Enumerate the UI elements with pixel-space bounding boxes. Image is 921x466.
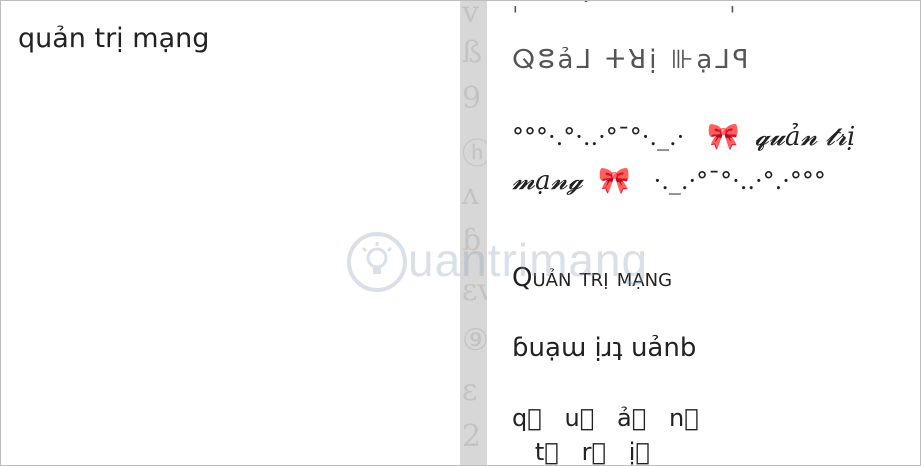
output-kaomoji-style[interactable]: °°°·.°·..·°¯°·._.· 🎀 𝓺𝓾ả𝓷 𝓽𝓻ị 𝓶ạ𝓷𝓰 🎀 ·._…	[512, 115, 912, 203]
input-pane[interactable]: quản trị mạng	[1, 1, 460, 465]
ribbon-icon: 🎀	[598, 166, 631, 196]
divider-ghost-glyph: ʌ	[462, 177, 479, 212]
pane-divider[interactable]: v ß 9 ⓗ ʌ ɓ ɛv ⑨ ɛ 2	[460, 1, 487, 465]
boxed-line-2: t⃞ r⃞ ị⃞	[512, 438, 650, 465]
output-boxed-style[interactable]: q⃞ u⃞ ả⃞ n⃞ t⃞ r⃞ ị⃞	[512, 401, 699, 465]
font-converter-frame: quản trị mạng v ß 9 ⓗ ʌ ɓ ɛv ⑨ ɛ 2 ˌ · ˙…	[0, 0, 921, 466]
divider-ghost-glyph: ɛv	[462, 273, 487, 308]
divider-ghost-glyph: v	[462, 1, 479, 30]
small-caps-initial: Q	[512, 263, 533, 293]
output-partial-line[interactable]: ˌ · ˙ ˌ	[512, 1, 764, 15]
ribbon-icon: 🎀	[707, 122, 740, 152]
output-small-caps-style[interactable]: Quản trị mạng	[512, 263, 672, 293]
output-pane: ˌ · ˙ ˌ ⵕⵓả⅃ ⵜꓤị ⊪ạ⅃ꟼ °°°·.°·..·°¯°·._.·…	[487, 1, 920, 465]
output-flipped-style[interactable]: ɓuạɯ ịɹʇ uảnb	[512, 333, 696, 363]
divider-ghost-glyph: ɓ	[462, 223, 482, 258]
divider-ghost-glyph: ⓗ	[462, 129, 487, 173]
small-caps-rest: uản trị mạng	[532, 263, 673, 293]
divider-ghost-glyph: 9	[462, 81, 482, 116]
input-text[interactable]: quản trị mạng	[18, 23, 209, 54]
kaomoji-suffix: ·._.·°¯°·..·°.·°°°	[653, 167, 826, 195]
divider-ghost-glyph: ⑨	[462, 323, 487, 358]
divider-ghost-glyph: ß	[462, 35, 483, 70]
divider-ghost-glyph: 2	[462, 419, 482, 454]
kaomoji-text-1: 𝓺𝓾ả𝓷	[754, 122, 818, 152]
boxed-line-1: q⃞ u⃞ ả⃞ n⃞	[512, 404, 699, 432]
divider-ghost-glyph: ɛ	[462, 373, 478, 408]
kaomoji-prefix: °°°·.°·..·°¯°·._.·	[512, 123, 685, 151]
output-magic-style[interactable]: ⵕⵓả⅃ ⵜꓤị ⊪ạ⅃ꟼ	[512, 45, 751, 75]
